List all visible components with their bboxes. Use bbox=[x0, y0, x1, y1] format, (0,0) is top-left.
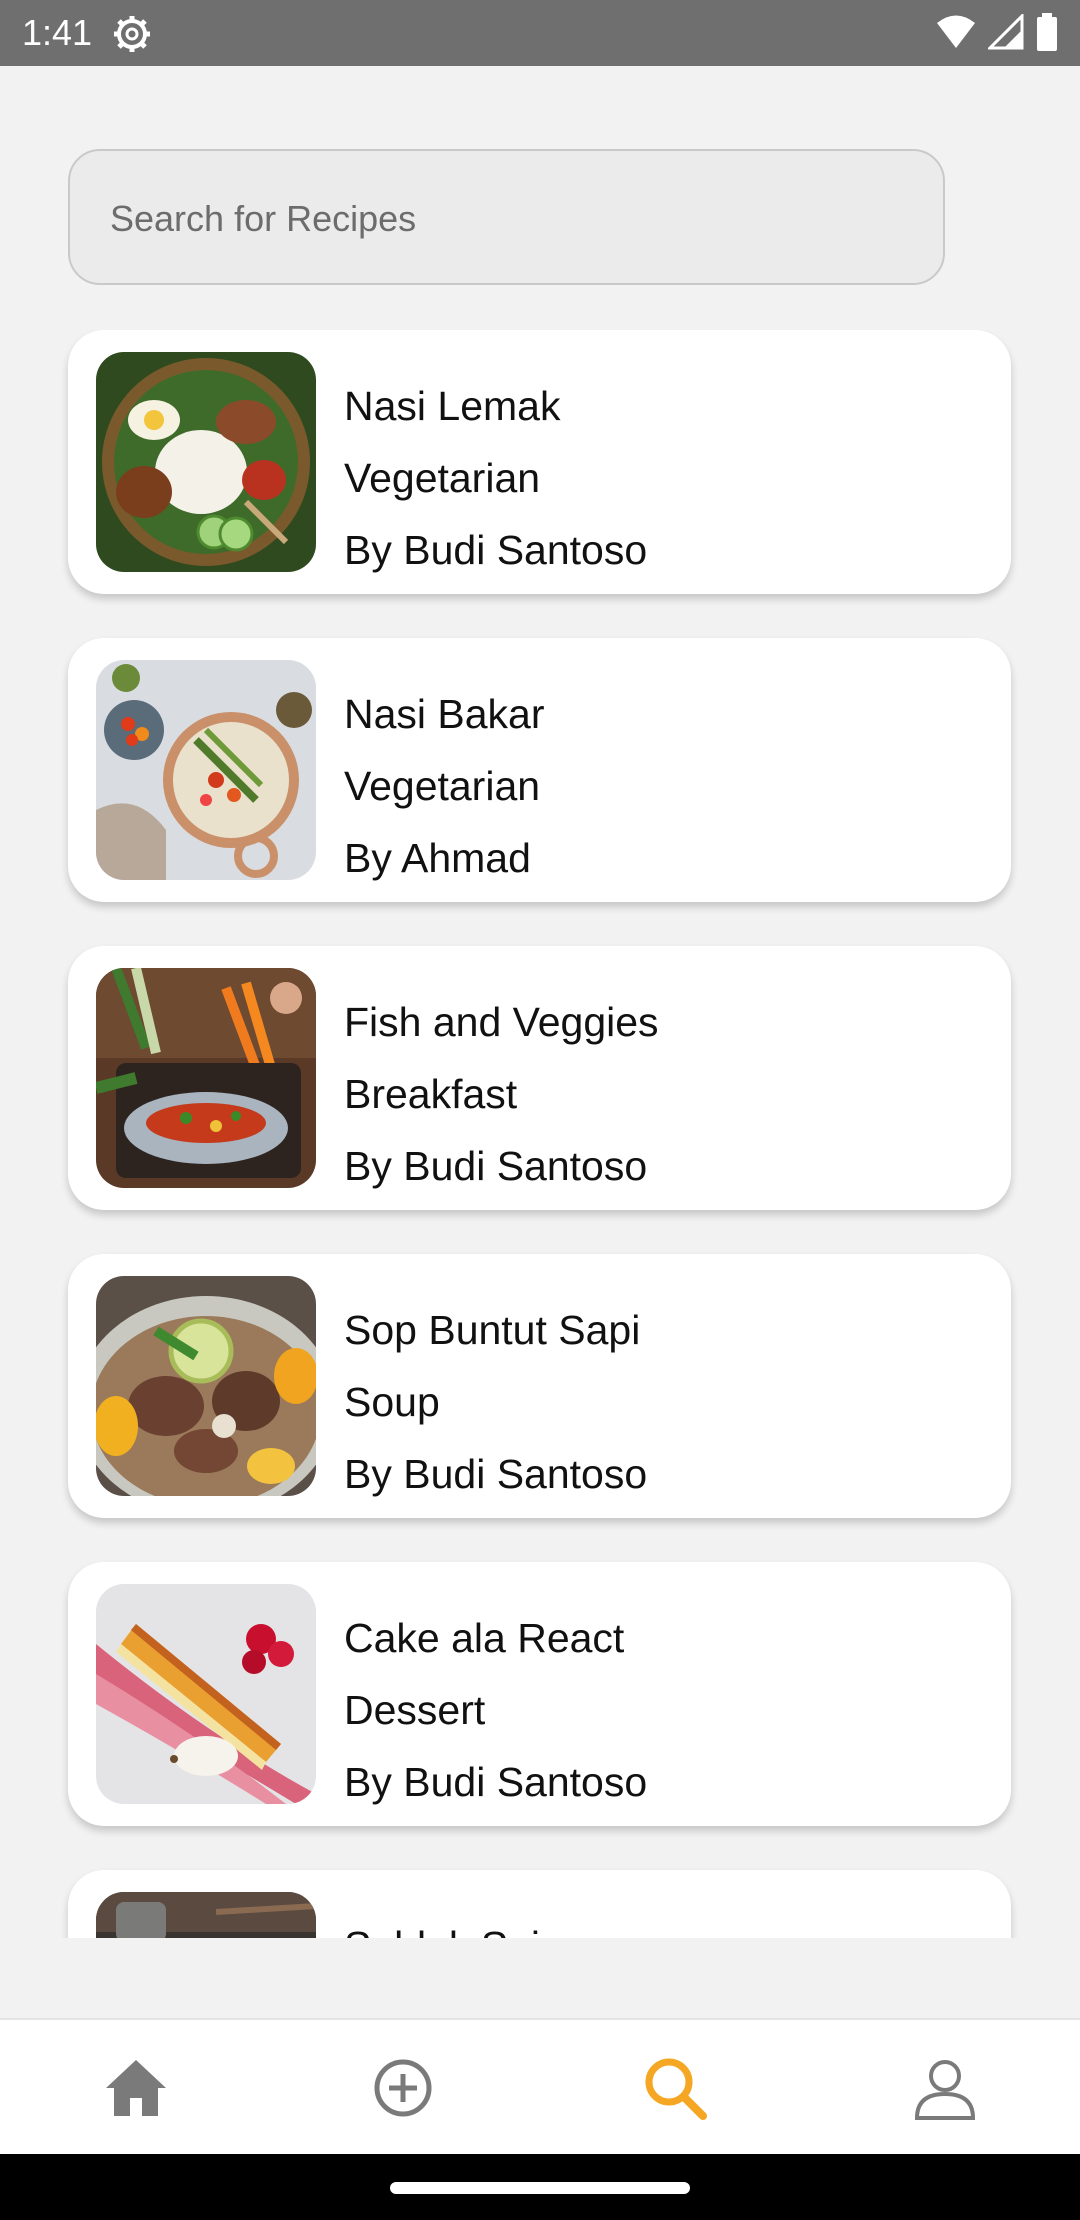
recipe-category: Breakfast bbox=[344, 1071, 518, 1117]
home-gesture-handle[interactable] bbox=[390, 2182, 690, 2194]
recipe-author: By Ahmad bbox=[344, 835, 531, 881]
recipe-image-nasi-bakar bbox=[96, 660, 316, 880]
search-input[interactable]: Search for Recipes bbox=[68, 149, 945, 285]
nav-profile-button[interactable] bbox=[905, 2048, 985, 2128]
search-placeholder: Search for Recipes bbox=[110, 198, 417, 239]
recipe-image-seblak-spicy bbox=[96, 1892, 316, 1938]
recipe-title: Cake ala React bbox=[344, 1615, 625, 1661]
recipe-card[interactable]: Fish and Veggies Breakfast By Budi Santo… bbox=[68, 946, 1011, 1210]
recipe-author: By Budi Santoso bbox=[344, 1451, 648, 1497]
recipe-category: Vegetarian bbox=[344, 455, 541, 501]
recipe-card[interactable]: Nasi Lemak Vegetarian By Budi Santoso bbox=[68, 330, 1011, 594]
search-icon bbox=[645, 2058, 707, 2120]
nav-home-button[interactable] bbox=[96, 2048, 176, 2128]
wifi-icon bbox=[936, 14, 976, 55]
recipe-category: Vegetarian bbox=[344, 763, 541, 809]
recipe-card[interactable]: Nasi Bakar Vegetarian By Ahmad bbox=[68, 638, 1011, 902]
status-bar: 1:41 bbox=[0, 0, 1080, 66]
add-circle-icon bbox=[374, 2059, 432, 2117]
recipe-image-sop-buntut-sapi bbox=[96, 1276, 316, 1496]
recipe-title: Sop Buntut Sapi bbox=[344, 1307, 641, 1353]
recipe-title: Fish and Veggies bbox=[344, 999, 659, 1045]
recipe-author: By Budi Santoso bbox=[344, 1759, 648, 1805]
battery-icon bbox=[1036, 12, 1058, 56]
system-navigation-bar bbox=[0, 2154, 1080, 2220]
home-icon bbox=[106, 2060, 166, 2116]
recipe-image-cake-ala-react bbox=[96, 1584, 316, 1804]
recipe-author: By Budi Santoso bbox=[344, 527, 648, 573]
recipe-card[interactable]: Sop Buntut Sapi Soup By Budi Santoso bbox=[68, 1254, 1011, 1518]
profile-icon bbox=[914, 2060, 976, 2120]
recipe-category: Dessert bbox=[344, 1687, 486, 1733]
recipe-title: Nasi Lemak bbox=[344, 383, 561, 429]
nav-add-button[interactable] bbox=[363, 2048, 443, 2128]
cellular-signal-icon bbox=[986, 11, 1024, 55]
recipe-image-fish-and-veggies bbox=[96, 968, 316, 1188]
status-time: 1:41 bbox=[22, 12, 93, 53]
nav-search-button[interactable] bbox=[635, 2048, 715, 2128]
recipe-card[interactable]: Seblak Spicy bbox=[68, 1870, 1011, 1938]
recipe-title: Nasi Bakar bbox=[344, 691, 545, 737]
bottom-navigation bbox=[0, 2018, 1080, 2154]
recipe-image-nasi-lemak bbox=[96, 352, 316, 572]
recipe-list[interactable]: Nasi Lemak Vegetarian By Budi Santoso Na… bbox=[0, 330, 1080, 1938]
settings-gear-icon bbox=[112, 14, 152, 54]
recipe-card[interactable]: Cake ala React Dessert By Budi Santoso bbox=[68, 1562, 1011, 1826]
recipe-category: Soup bbox=[344, 1379, 440, 1425]
recipe-author: By Budi Santoso bbox=[344, 1143, 648, 1189]
recipe-title: Seblak Spicy bbox=[344, 1910, 581, 1938]
